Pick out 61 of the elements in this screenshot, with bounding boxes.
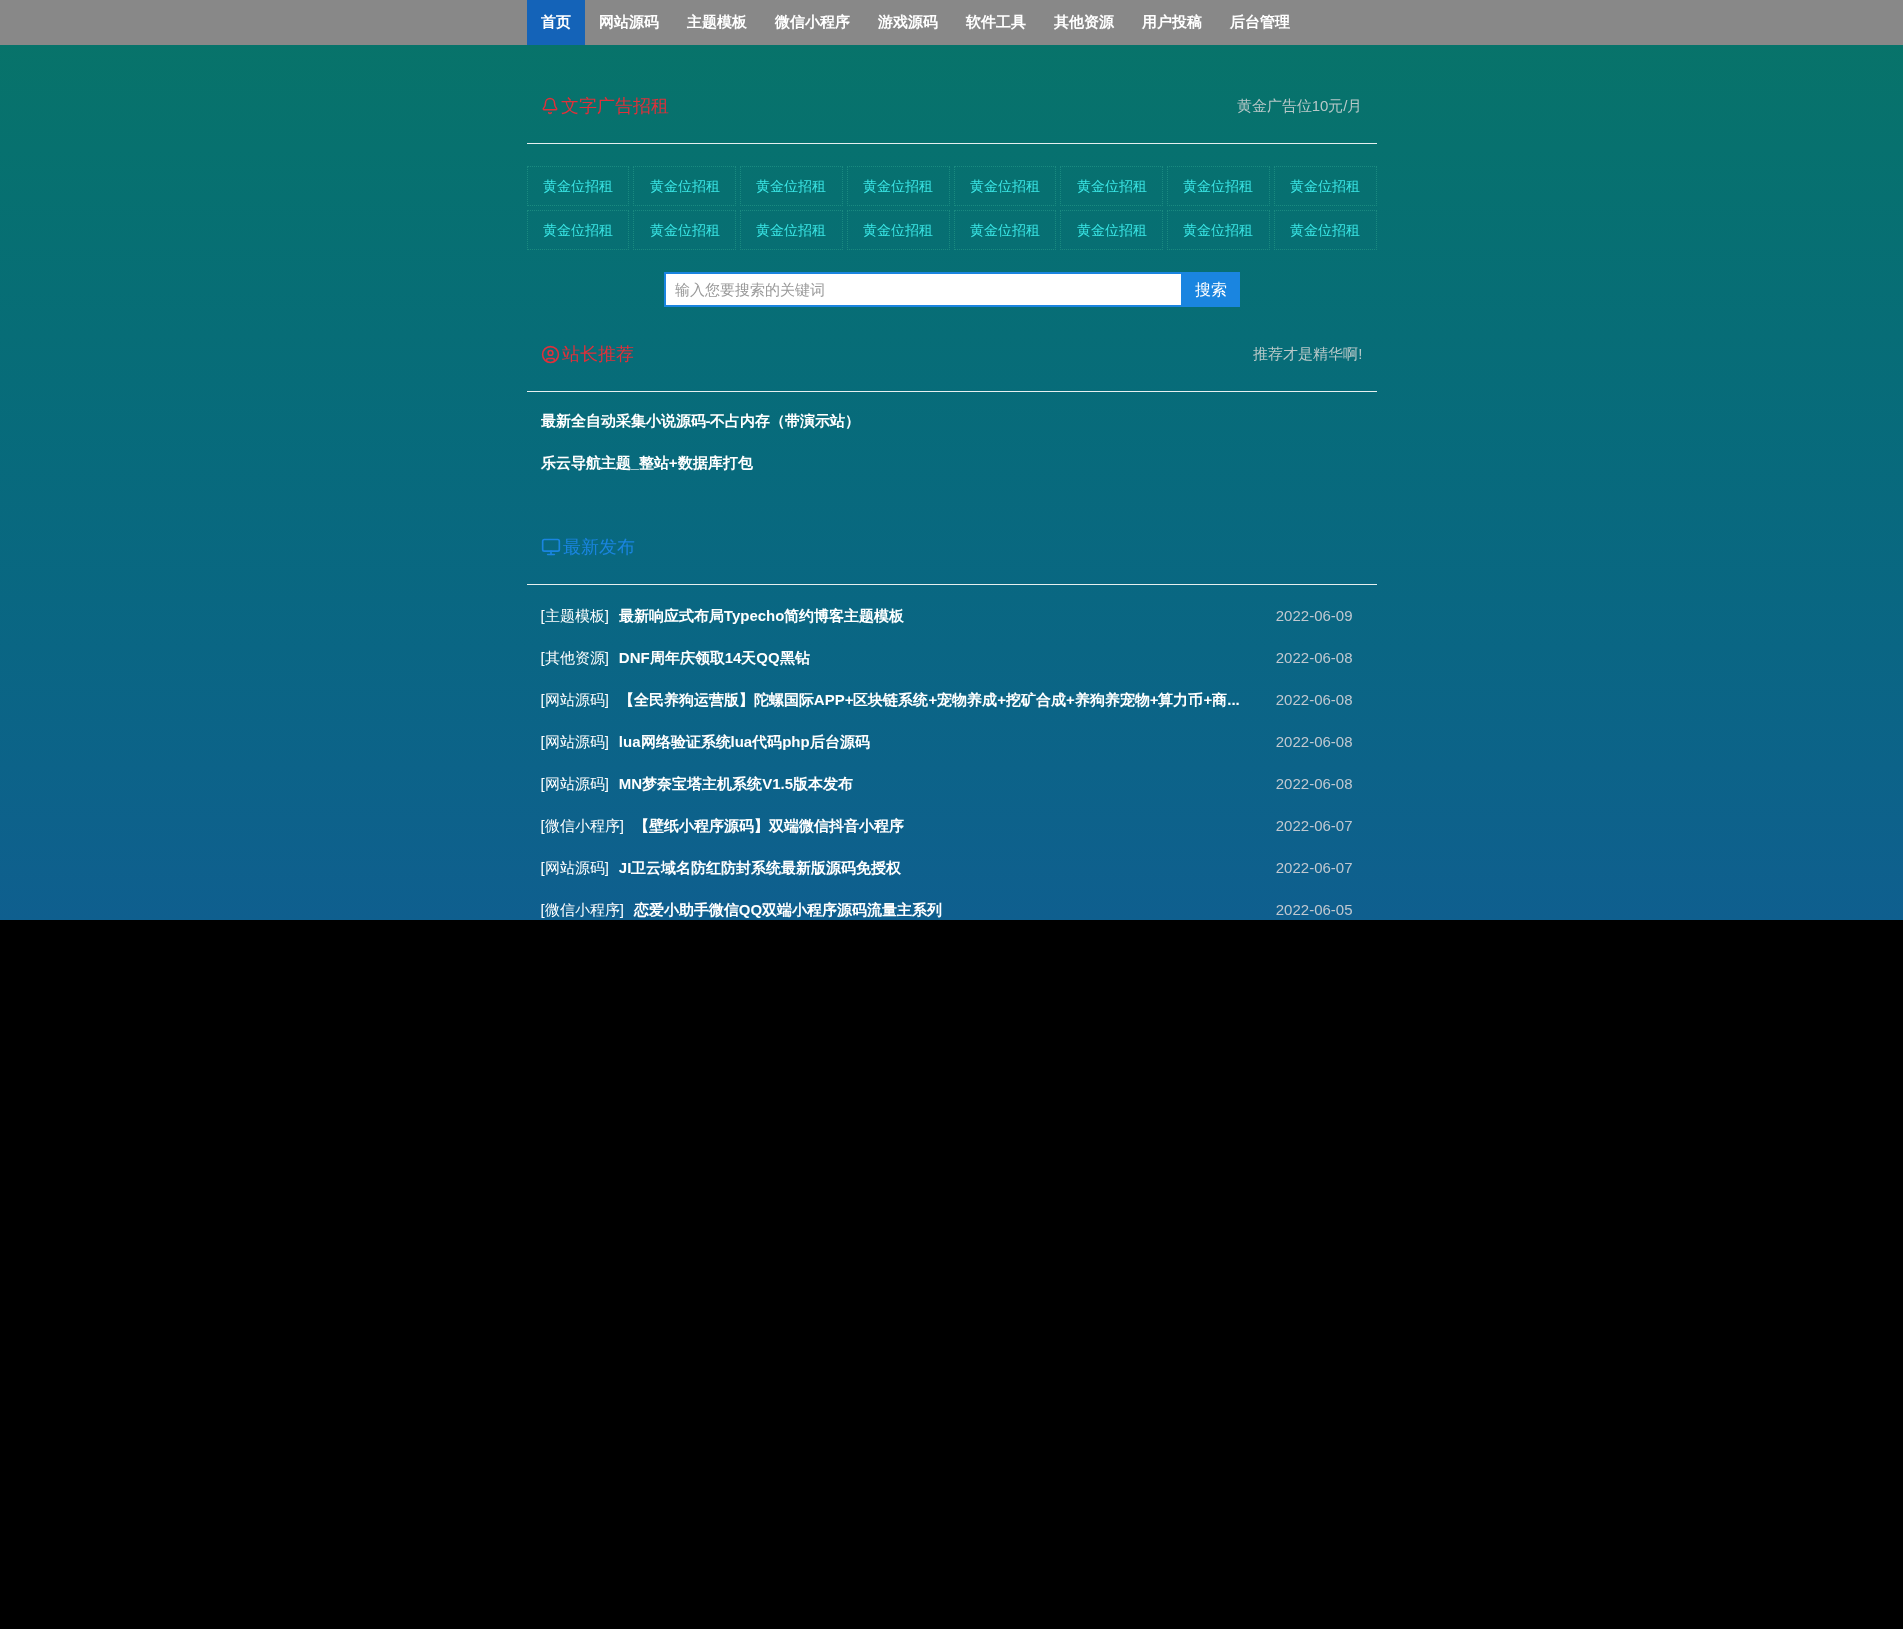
category-label: [网站源码] <box>540 690 609 710</box>
section-title: 站长推荐 <box>561 342 634 366</box>
ad-slot-link[interactable]: 黄金位招租 <box>1167 166 1270 206</box>
category-label: [主题模板] <box>540 606 609 626</box>
user-circle-icon <box>540 344 560 364</box>
nav-tab[interactable]: 微信小程序 <box>760 0 864 45</box>
category-label: [网站源码] <box>540 774 609 794</box>
post-title-link[interactable]: 【全民养狗运营版】陀螺国际APP+区块链系统+宠物养成+挖矿合成+养狗养宠物+算力币+商... <box>618 689 1240 711</box>
category-label: [微信小程序] <box>540 900 624 920</box>
nav-tab[interactable]: 软件工具 <box>951 0 1040 45</box>
nav-tab[interactable]: 首页 <box>526 0 585 45</box>
ad-slot-link[interactable]: 黄金位招租 <box>633 166 736 206</box>
bell-icon <box>540 97 559 115</box>
monitor-icon <box>540 537 561 557</box>
post-title-link[interactable]: 最新响应式布局Typecho简约博客主题模板 <box>618 605 905 627</box>
post-date: 2022-06-08 <box>1275 648 1353 668</box>
ad-slot-link[interactable]: 黄金位招租 <box>1273 210 1377 250</box>
post-title-link[interactable]: 恋爱小助手微信QQ双端小程序源码流量主系列 <box>633 899 943 921</box>
post-date: 2022-06-07 <box>1275 816 1353 836</box>
ad-slot-link[interactable]: 黄金位招租 <box>1167 210 1270 250</box>
ad-slot-link[interactable]: 黄金位招租 <box>953 210 1057 250</box>
ad-slot-link[interactable]: 黄金位招租 <box>633 210 736 250</box>
section-title: 文字广告招租 <box>560 94 669 118</box>
nav-tab[interactable]: 后台管理 <box>1215 0 1304 45</box>
post-date: 2022-06-07 <box>1275 858 1353 878</box>
ad-slot-link[interactable]: 黄金位招租 <box>740 166 843 206</box>
category-label: [网站源码] <box>540 858 609 878</box>
ad-slot-link[interactable]: 黄金位招租 <box>1060 210 1163 250</box>
post-title-link[interactable]: 【壁纸小程序源码】双端微信抖音小程序 <box>633 815 904 837</box>
post-date: 2022-06-08 <box>1275 690 1353 710</box>
category-label: [微信小程序] <box>540 816 624 836</box>
ad-slot-link[interactable]: 黄金位招租 <box>1273 166 1377 206</box>
nav-tab[interactable]: 其他资源 <box>1039 0 1128 45</box>
ad-slot-link[interactable]: 黄金位招租 <box>953 166 1057 206</box>
section-note: 推荐才是精华啊! <box>1253 343 1363 364</box>
ad-slot-link[interactable]: 黄金位招租 <box>740 210 843 250</box>
post-title-link[interactable]: lua网络验证系统lua代码php后台源码 <box>618 731 870 753</box>
section-title: 最新发布 <box>562 535 635 559</box>
ad-slot-link[interactable]: 黄金位招租 <box>526 210 630 250</box>
section-note: 黄金广告位10元/月 <box>1236 95 1363 116</box>
nav-tab[interactable]: 用户投稿 <box>1127 0 1216 45</box>
category-label: [其他资源] <box>540 648 609 668</box>
post-date: 2022-06-08 <box>1275 774 1353 794</box>
post-date: 2022-06-09 <box>1275 606 1353 626</box>
post-date: 2022-06-08 <box>1275 732 1353 752</box>
search-button[interactable]: 搜索 <box>1182 272 1240 307</box>
nav-tab[interactable]: 主题模板 <box>672 0 761 45</box>
recommended-link[interactable]: 乐云导航主题_整站+数据库打包 <box>540 452 1363 474</box>
ad-slot-link[interactable]: 黄金位招租 <box>846 166 950 206</box>
nav-tab[interactable]: 游戏源码 <box>863 0 952 45</box>
ad-slot-link[interactable]: 黄金位招租 <box>526 166 630 206</box>
recommended-link[interactable]: 最新全自动采集小说源码-不占内存（带演示站） <box>540 410 1363 432</box>
post-title-link[interactable]: DNF周年庆领取14天QQ黑钻 <box>618 647 810 669</box>
post-date: 2022-06-05 <box>1275 900 1353 920</box>
post-title-link[interactable]: MN梦奈宝塔主机系统V1.5版本发布 <box>618 773 854 795</box>
category-label: [网站源码] <box>540 732 609 752</box>
search-field[interactable]: 输入您要搜索的关键词 <box>663 272 1183 307</box>
post-title-link[interactable]: JI卫云域名防红防封系统最新版源码免授权 <box>618 857 902 879</box>
nav-tab[interactable]: 网站源码 <box>584 0 673 45</box>
ad-slot-link[interactable]: 黄金位招租 <box>1060 166 1163 206</box>
ad-slot-link[interactable]: 黄金位招租 <box>846 210 950 250</box>
